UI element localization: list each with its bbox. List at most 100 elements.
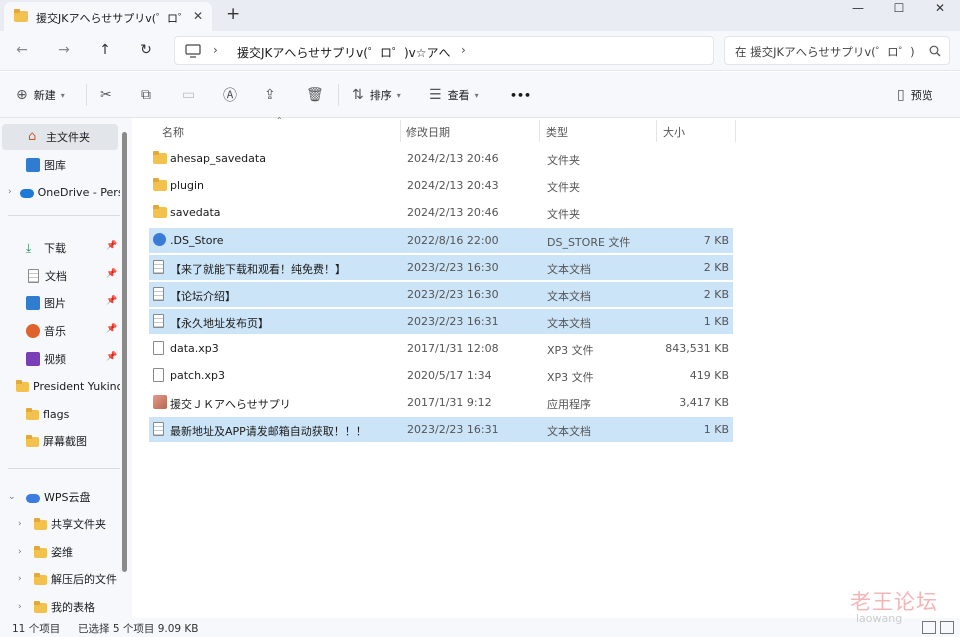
divider <box>8 215 120 216</box>
column-modified[interactable]: 修改日期 <box>406 124 450 140</box>
file-date: 2017/1/31 12:08 <box>407 342 499 355</box>
table-row[interactable]: ahesap_savedata 2024/2/13 20:46 文件夹 <box>149 146 733 171</box>
details-view-icon[interactable] <box>922 621 936 634</box>
folder-icon <box>16 380 29 392</box>
text-doc-icon <box>153 287 164 301</box>
table-row[interactable]: .DS_Store 2022/8/16 22:00 DS_STORE 文件 7 … <box>149 228 733 253</box>
table-row[interactable]: 【论坛介绍】 2023/2/23 16:30 文本文档 2 KB <box>149 282 733 307</box>
column-divider[interactable] <box>400 120 401 142</box>
sidebar-item-extracted-files[interactable]: › 解压后的文件 <box>0 566 120 592</box>
share-button[interactable]: ⇪ <box>264 86 282 104</box>
paste-button[interactable]: ▭ <box>182 86 201 104</box>
chevron-right-icon[interactable]: › <box>18 574 28 584</box>
search-input[interactable]: 在 援交JKアへらせサプリv(゜ロ゜)v☆アへ 中搜索 <box>735 44 915 60</box>
column-divider[interactable] <box>539 120 540 142</box>
file-date: 2020/5/17 1:34 <box>407 369 492 382</box>
table-row[interactable]: savedata 2024/2/13 20:46 文件夹 <box>149 200 733 225</box>
file-type: 文本文档 <box>547 317 591 330</box>
pin-icon[interactable]: 📌 <box>106 241 117 251</box>
table-row[interactable]: data.xp3 2017/1/31 12:08 XP3 文件 843,531 … <box>149 336 733 361</box>
search-box[interactable]: 在 援交JKアへらせサプリv(゜ロ゜)v☆アへ 中搜索 <box>724 36 950 65</box>
refresh-icon[interactable]: ↻ <box>136 42 156 58</box>
sidebar-item-documents[interactable]: 文档 📌 <box>0 263 120 289</box>
rename-button[interactable]: Ⓐ <box>223 86 243 104</box>
new-tab-button[interactable]: + <box>226 4 240 24</box>
sidebar-item-flags[interactable]: flags <box>0 401 120 427</box>
back-arrow-icon[interactable]: ← <box>12 42 32 58</box>
column-divider[interactable] <box>656 120 657 142</box>
sidebar-item-label: 音乐 <box>44 325 66 338</box>
scrollbar-thumb[interactable] <box>122 132 127 572</box>
sidebar-item-downloads[interactable]: ⤓ 下载 📌 <box>0 235 120 261</box>
pin-icon[interactable]: 📌 <box>106 324 117 334</box>
tab-current[interactable]: 援交JKアへらせサプリv(゜ロ゜)v☆アへ ✕ <box>4 2 212 31</box>
divider <box>8 468 120 469</box>
close-window-button[interactable]: ✕ <box>922 0 958 20</box>
file-date: 2024/2/13 20:43 <box>407 179 499 192</box>
maximize-button[interactable]: ☐ <box>881 0 917 20</box>
table-row[interactable]: plugin 2024/2/13 20:43 文件夹 <box>149 173 733 198</box>
close-tab-icon[interactable]: ✕ <box>193 9 203 23</box>
table-row[interactable]: patch.xp3 2020/5/17 1:34 XP3 文件 419 KB <box>149 363 733 388</box>
table-row[interactable]: 援交ＪＫアへらせサプリ 2017/1/31 9:12 应用程序 3,417 KB <box>149 390 733 415</box>
folder-icon <box>34 518 47 530</box>
new-button[interactable]: ⊕ 新建 ▾ <box>16 86 65 104</box>
chevron-right-icon[interactable]: › <box>18 602 28 612</box>
cloud-icon <box>26 493 40 503</box>
chevron-right-icon[interactable]: › <box>8 187 12 197</box>
sidebar-item-home[interactable]: ⌂ 主文件夹 <box>2 124 118 150</box>
address-path[interactable]: 援交JKアへらせサプリv(゜ロ゜)v☆アへ <box>237 44 451 61</box>
delete-button[interactable]: 🗑 <box>306 86 330 104</box>
tiles-view-icon[interactable] <box>940 621 954 634</box>
table-row[interactable]: 【来了就能下载和观看！纯免费！】 2023/2/23 16:30 文本文档 2 … <box>149 255 733 280</box>
sidebar-item-onedrive[interactable]: › OneDrive - Personal <box>0 179 120 205</box>
sidebar-item-shared-folder[interactable]: › 共享文件夹 <box>0 511 120 537</box>
file-date: 2022/8/16 22:00 <box>407 234 499 247</box>
sidebar-scrollbar[interactable] <box>121 120 128 616</box>
sidebar-item-ziwei[interactable]: › 姿维 <box>0 539 120 565</box>
text-doc-icon <box>153 314 164 328</box>
table-row[interactable]: 【永久地址发布页】 2023/2/23 16:31 文本文档 1 KB <box>149 309 733 334</box>
cut-button[interactable]: ✂ <box>100 86 118 104</box>
file-name: patch.xp3 <box>170 369 226 382</box>
file-type: 文本文档 <box>547 263 591 276</box>
chevron-right-icon[interactable]: › <box>18 519 28 529</box>
column-type[interactable]: 类型 <box>546 124 568 140</box>
column-size[interactable]: 大小 <box>663 124 685 140</box>
pin-icon[interactable]: 📌 <box>106 352 117 362</box>
pin-icon[interactable]: 📌 <box>106 269 117 279</box>
file-date: 2017/1/31 9:12 <box>407 396 492 409</box>
sidebar-item-screenshots[interactable]: 屏幕截图 <box>0 428 120 454</box>
sort-label: 排序 <box>369 89 392 102</box>
sidebar-item-pictures[interactable]: 图片 📌 <box>0 290 120 316</box>
folder-icon <box>34 601 47 613</box>
chevron-right-icon[interactable]: › <box>213 43 218 57</box>
minimize-button[interactable]: — <box>840 0 876 20</box>
view-list-icon: ☰ <box>429 87 442 103</box>
more-options-button[interactable]: ••• <box>510 86 531 104</box>
sidebar-item-president-yukino[interactable]: President Yukino <box>0 373 120 399</box>
sidebar-item-music[interactable]: 音乐 📌 <box>0 318 120 344</box>
column-divider[interactable] <box>735 120 736 142</box>
copy-button[interactable]: ⧉ <box>141 86 157 104</box>
pin-icon[interactable]: 📌 <box>106 296 117 306</box>
sidebar-item-label: 主文件夹 <box>46 131 90 144</box>
column-name[interactable]: 名称 <box>162 124 184 140</box>
address-bar[interactable]: › 援交JKアへらせサプリv(゜ロ゜)v☆アへ › <box>174 36 714 65</box>
view-button[interactable]: ☰ 查看 ▾ <box>429 86 479 104</box>
sidebar-item-videos[interactable]: 视频 📌 <box>0 346 120 372</box>
chevron-right-icon[interactable]: › <box>461 43 466 57</box>
sort-button[interactable]: ⇅ 排序 ▾ <box>352 86 401 104</box>
preview-button[interactable]: ▯ 预览 <box>897 86 933 104</box>
up-arrow-icon[interactable]: ↑ <box>95 42 115 58</box>
sidebar-item-wps-cloud[interactable]: ⌄ WPS云盘 <box>0 484 120 510</box>
forward-arrow-icon[interactable]: → <box>54 42 74 58</box>
file-size: 3,417 KB <box>679 396 729 409</box>
chevron-down-icon[interactable]: ⌄ <box>8 492 18 502</box>
table-row[interactable]: 最新地址及APP请发邮箱自动获取！！！ 2023/2/23 16:31 文本文档… <box>149 417 733 442</box>
home-icon: ⌂ <box>28 129 37 144</box>
file-icon <box>153 341 164 355</box>
chevron-right-icon[interactable]: › <box>18 547 28 557</box>
sidebar-item-gallery[interactable]: 图库 <box>0 152 120 178</box>
sidebar-item-my-sheets[interactable]: › 我的表格 <box>0 594 120 618</box>
